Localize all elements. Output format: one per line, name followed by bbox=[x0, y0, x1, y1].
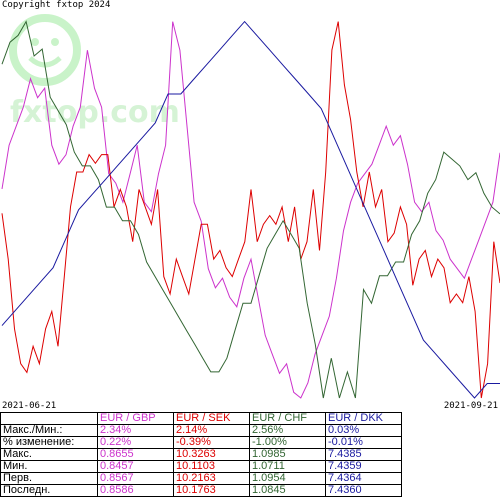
cell-sek: 10.1763 bbox=[173, 484, 250, 497]
cell-chf: 1.0985 bbox=[249, 448, 326, 461]
cell-gbp: 0.8457 bbox=[97, 460, 174, 473]
row-label: Мин. bbox=[0, 460, 98, 473]
row-label: Макс./Мин.: bbox=[0, 424, 98, 437]
cell-sek: -0.39% bbox=[173, 436, 250, 449]
cell-gbp: 2.34% bbox=[97, 424, 174, 437]
header-sek: EUR / SEK bbox=[173, 412, 250, 425]
cell-dkk: 7.4364 bbox=[325, 472, 402, 485]
cell-gbp: 0.8586 bbox=[97, 484, 174, 497]
table-row: Мин. 0.8457 10.1103 1.0711 7.4359 bbox=[0, 460, 402, 473]
cell-chf: 1.0711 bbox=[249, 460, 326, 473]
cell-dkk: 7.4360 bbox=[325, 484, 402, 497]
copyright-text: Copyright fxtop 2024 bbox=[2, 0, 111, 10]
cell-dkk: -0.01% bbox=[325, 436, 402, 449]
table-row: Макс./Мин.: 2.34% 2.14% 2.56% 0.03% bbox=[0, 424, 402, 437]
cell-gbp: 0.22% bbox=[97, 436, 174, 449]
cell-sek: 10.2163 bbox=[173, 472, 250, 485]
header-dkk: EUR / DKK bbox=[325, 412, 402, 425]
cell-sek: 10.3263 bbox=[173, 448, 250, 461]
row-label: Макс. bbox=[0, 448, 98, 461]
table-row: Последн. 0.8586 10.1763 1.0845 7.4360 bbox=[0, 484, 402, 497]
cell-sek: 2.14% bbox=[173, 424, 250, 437]
row-label: Перв. bbox=[0, 472, 98, 485]
series-line-eurdkk bbox=[1, 20, 500, 399]
row-label: % изменение: bbox=[0, 436, 98, 449]
header-chf: EUR / CHF bbox=[249, 412, 326, 425]
stats-table: EUR / GBP EUR / SEK EUR / CHF EUR / DKK … bbox=[0, 412, 402, 497]
cell-gbp: 0.8655 bbox=[97, 448, 174, 461]
cell-chf: 1.0845 bbox=[249, 484, 326, 497]
cell-sek: 10.1103 bbox=[173, 460, 250, 473]
watermark-text: fxtop.com bbox=[10, 95, 180, 130]
row-label: Последн. bbox=[0, 484, 98, 497]
table-row: Макс. 0.8655 10.3263 1.0985 7.4385 bbox=[0, 448, 402, 461]
cell-dkk: 7.4359 bbox=[325, 460, 402, 473]
header-gbp: EUR / GBP bbox=[97, 412, 174, 425]
cell-gbp: 0.8567 bbox=[97, 472, 174, 485]
cell-dkk: 7.4385 bbox=[325, 448, 402, 461]
table-header-empty bbox=[0, 412, 98, 425]
cell-chf: 2.56% bbox=[249, 424, 326, 437]
cell-dkk: 0.03% bbox=[325, 424, 402, 437]
end-date: 2021-09-21 bbox=[443, 401, 498, 411]
table-header-row: EUR / GBP EUR / SEK EUR / CHF EUR / DKK bbox=[0, 412, 402, 425]
cell-chf: 1.0954 bbox=[249, 472, 326, 485]
start-date: 2021-06-21 bbox=[2, 401, 57, 411]
cell-chf: -1.00% bbox=[249, 436, 326, 449]
table-row: Перв. 0.8567 10.2163 1.0954 7.4364 bbox=[0, 472, 402, 485]
table-row: % изменение: 0.22% -0.39% -1.00% -0.01% bbox=[0, 436, 402, 449]
series-layer bbox=[1, 20, 500, 399]
chart-area: fxtop.com bbox=[1, 14, 500, 399]
